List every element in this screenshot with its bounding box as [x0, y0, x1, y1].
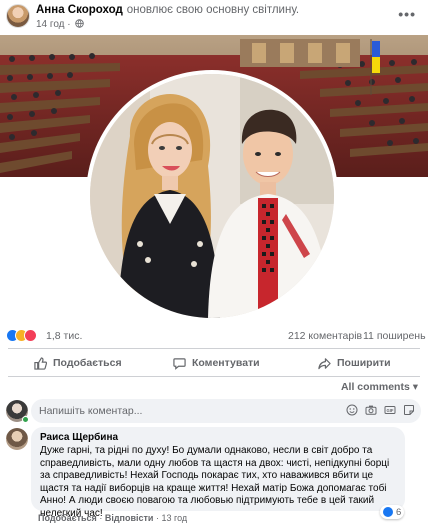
like-label: Подобається [53, 357, 122, 369]
comment-actions: Подобається · Відповісти · 13 год [38, 513, 187, 523]
share-arrow-icon [318, 357, 331, 369]
comment-button[interactable]: Коментувати [173, 355, 260, 371]
thumbs-up-icon [34, 356, 47, 370]
share-label: Поширити [337, 357, 391, 369]
divider-top [8, 348, 420, 349]
like-reaction-icon [383, 507, 393, 517]
commenter-name[interactable]: Раиса Щербина [40, 432, 396, 443]
comment-reactions[interactable]: 6 [380, 505, 405, 519]
shares-count[interactable]: 11 поширень [363, 330, 426, 342]
comment-label: Коментувати [192, 357, 260, 369]
like-button[interactable]: Подобається [34, 355, 122, 371]
more-horizontal-icon[interactable]: ••• [398, 6, 416, 22]
sort-label: All comments [340, 381, 410, 393]
meta-separator: · [67, 19, 71, 30]
post-header: Анна Скороход оновлює свою основну світли… [0, 0, 428, 34]
speech-bubble-icon [173, 357, 186, 370]
comment-bubble: Раиса Щербина Дуже гарні, та рідні по ду… [31, 427, 405, 519]
post-meta: 14 год · [36, 19, 85, 30]
comment-input-placeholder: Напишіть коментар... [39, 405, 143, 417]
post-time[interactable]: 14 год [36, 19, 65, 30]
share-button[interactable]: Поширити [318, 355, 391, 371]
comment-text: Дуже гарні, та рідні по духу! Бо думали … [40, 445, 390, 519]
love-reaction-icon [24, 329, 37, 342]
post-author-line: Анна Скороход оновлює свою основну світли… [36, 4, 299, 16]
commenter-avatar[interactable] [6, 428, 28, 450]
divider-bottom [8, 376, 420, 377]
post-action-bar: Подобається Коментувати Поширити [0, 351, 428, 375]
online-status-dot [22, 416, 29, 423]
profile-couple-illustration [90, 74, 334, 318]
gif-icon[interactable]: GIF [384, 404, 396, 416]
comment-reply-link[interactable]: Відповісти [105, 513, 154, 523]
camera-icon[interactable] [365, 404, 377, 416]
comment-meta-separator-1: · [99, 513, 103, 523]
comment-meta-separator-2: · [155, 513, 159, 523]
author-name[interactable]: Анна Скороход [36, 4, 123, 16]
globe-icon [75, 19, 85, 28]
emoji-icon[interactable] [346, 404, 358, 416]
comments-sort-dropdown[interactable]: All comments ▾ [341, 381, 418, 393]
svg-text:GIF: GIF [387, 408, 394, 413]
comment-like-link[interactable]: Подобається [38, 513, 97, 523]
comment-reaction-count: 6 [396, 506, 402, 518]
post-stats: 1,8 тис. 212 коментарів 11 поширень [0, 325, 428, 347]
post-action-text: оновлює свою основну світлину. [126, 4, 300, 16]
sticker-icon[interactable] [403, 404, 415, 416]
author-avatar[interactable] [6, 4, 30, 28]
comment-time[interactable]: 13 год [162, 513, 188, 523]
reactions-count[interactable]: 1,8 тис. [46, 330, 82, 342]
comments-count[interactable]: 212 коментарів [288, 330, 362, 342]
composer-icons: GIF [346, 404, 415, 416]
caret-down-icon: ▾ [412, 381, 418, 393]
profile-photo[interactable] [90, 74, 334, 318]
comment-input[interactable]: Напишіть коментар... GIF [31, 399, 421, 423]
